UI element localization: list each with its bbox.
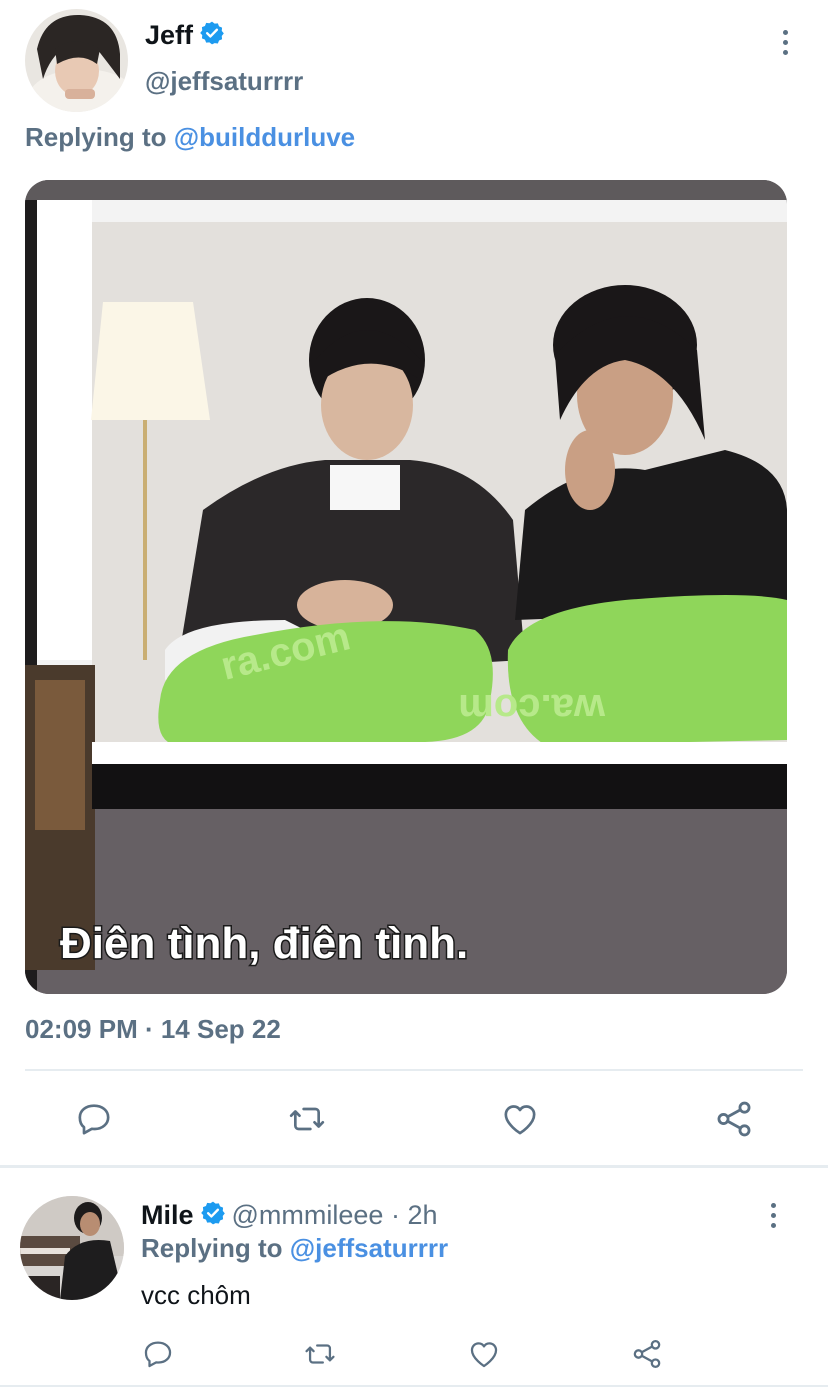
retweet-icon (289, 1107, 325, 1131)
reply-button[interactable] (70, 1096, 118, 1142)
reply-avatar-image (20, 1196, 124, 1300)
author-handle[interactable]: @jeffsaturrrr (145, 66, 303, 97)
tweet-media[interactable]: ra.com wa.com Điên tình, điên tình. (25, 180, 787, 994)
retweet-button[interactable] (283, 1096, 331, 1142)
replying-to-line: Replying to @builddurluve (25, 122, 355, 153)
media-caption: Điên tình, điên tình. (60, 919, 468, 968)
media-image: ra.com wa.com Điên tình, điên tình. (25, 180, 787, 994)
reply-replying-to-label: Replying to (141, 1233, 290, 1263)
reply-replying-to-line: Replying to @jeffsaturrrr (141, 1233, 448, 1264)
verified-badge-icon (199, 20, 225, 51)
reply-retweet-button[interactable] (300, 1334, 340, 1374)
reply-more-vertical-icon[interactable] (771, 1203, 776, 1228)
reply-author-avatar[interactable] (20, 1196, 124, 1300)
reply-replying-to-link[interactable]: @jeffsaturrrr (290, 1233, 448, 1263)
reply-text: vcc chôm (141, 1280, 251, 1310)
author-name-row: Jeff (145, 20, 225, 51)
reply-like-button[interactable] (464, 1334, 504, 1374)
tweet-timestamp[interactable]: 02:09 PM · 14 Sep 22 (25, 1014, 281, 1045)
reply-time-separator: · (383, 1200, 408, 1230)
reply-icon (78, 1104, 110, 1135)
retweet-icon (305, 1344, 335, 1364)
media-watermark-right: wa.com (458, 686, 606, 730)
author-avatar-image (25, 9, 128, 112)
replying-to-link[interactable]: @builddurluve (174, 122, 355, 152)
author-avatar[interactable] (25, 9, 128, 112)
more-vertical-icon[interactable] (783, 30, 788, 55)
reply-icon (144, 1341, 172, 1368)
reply-name-row: Mile @mmmileee · 2h (141, 1200, 438, 1231)
reply-reply-button[interactable] (138, 1334, 178, 1374)
divider-section (0, 1165, 828, 1168)
author-name[interactable]: Jeff (145, 20, 193, 51)
divider-bottom (0, 1385, 828, 1387)
reply-share-button[interactable] (627, 1334, 667, 1374)
share-button[interactable] (710, 1096, 758, 1142)
like-button[interactable] (496, 1096, 544, 1142)
heart-icon (470, 1342, 498, 1368)
replying-to-label: Replying to (25, 122, 174, 152)
reply-author-name[interactable]: Mile (141, 1200, 194, 1231)
verified-badge-icon (200, 1200, 226, 1231)
reply-time[interactable]: 2h (407, 1200, 437, 1231)
reply-author-handle[interactable]: @mmmileee (232, 1200, 384, 1231)
share-icon (633, 1339, 661, 1369)
heart-icon (504, 1105, 536, 1135)
share-icon (717, 1101, 751, 1137)
divider-top (25, 1069, 803, 1071)
